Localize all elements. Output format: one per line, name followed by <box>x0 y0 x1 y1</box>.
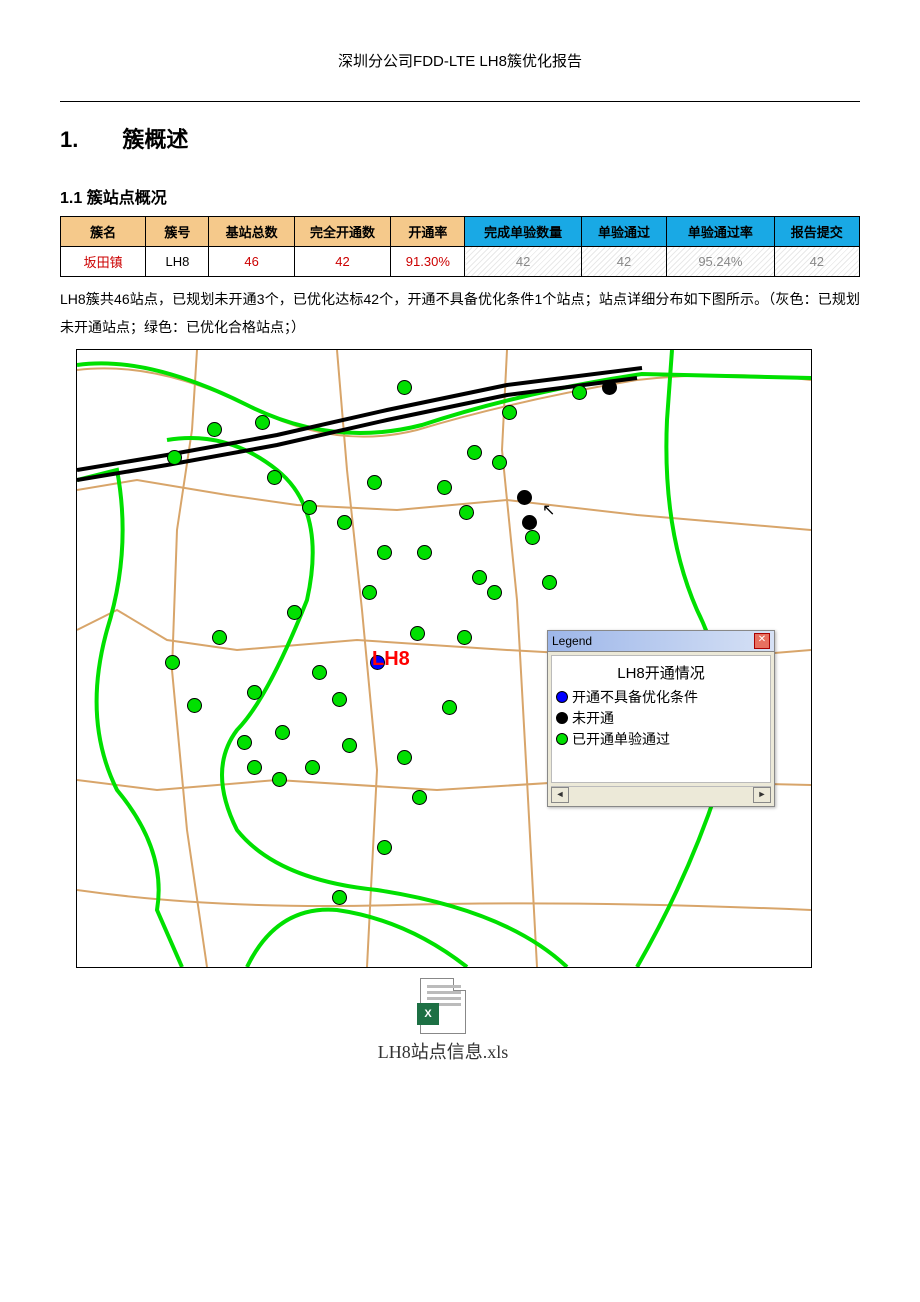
station-dot <box>167 450 182 465</box>
station-dot <box>377 545 392 560</box>
th-open-rate: 开通率 <box>391 217 465 247</box>
station-dot <box>467 445 482 460</box>
attachment-filename: LH8站点信息.xls <box>378 1038 509 1064</box>
td-report-submit: 42 <box>774 247 859 277</box>
legend-item-label: 开通不具备优化条件 <box>572 687 698 707</box>
station-dot <box>459 505 474 520</box>
station-dot <box>272 772 287 787</box>
station-dot <box>410 626 425 641</box>
station-dot <box>247 685 262 700</box>
summary-table: 簇名 簇号 基站总数 完全开通数 开通率 完成单验数量 单验通过 单验通过率 报… <box>60 216 860 277</box>
legend-title: LH8开通情况 <box>556 662 766 683</box>
td-verify-count: 42 <box>465 247 581 277</box>
site-map: LH8 ↖ Legend ✕ LH8开通情况 开通不具备优化条件 未开通 已开通… <box>76 349 812 968</box>
th-verify-pass: 单验通过 <box>581 217 666 247</box>
dot-icon <box>556 733 568 745</box>
th-verify-count: 完成单验数量 <box>465 217 581 247</box>
station-dot <box>275 725 290 740</box>
station-dot <box>362 585 377 600</box>
station-dot <box>377 840 392 855</box>
station-dot <box>332 692 347 707</box>
table-header-row: 簇名 簇号 基站总数 完全开通数 开通率 完成单验数量 单验通过 单验通过率 报… <box>61 217 860 247</box>
legend-titlebar[interactable]: Legend ✕ <box>548 631 774 652</box>
station-dot <box>472 570 487 585</box>
divider <box>60 101 860 102</box>
station-dot <box>525 530 540 545</box>
station-dot <box>437 480 452 495</box>
station-dot <box>397 750 412 765</box>
station-dot <box>397 380 412 395</box>
td-cluster-id: LH8 <box>146 247 209 277</box>
legend-item-label: 已开通单验通过 <box>572 729 670 749</box>
heading-1: 1. 簇概述 <box>60 122 860 154</box>
station-dot <box>442 700 457 715</box>
th-report-submit: 报告提交 <box>774 217 859 247</box>
legend-window-title: Legend <box>552 634 754 648</box>
station-dot <box>602 380 617 395</box>
heading-2: 1.1 簇站点概况 <box>60 184 860 208</box>
th-station-total: 基站总数 <box>209 217 294 247</box>
station-dot <box>267 470 282 485</box>
station-dot <box>302 500 317 515</box>
station-dot <box>337 515 352 530</box>
station-dot <box>367 475 382 490</box>
close-icon[interactable]: ✕ <box>754 633 770 649</box>
page-header: 深圳分公司FDD-LTE LH8簇优化报告 <box>60 50 860 71</box>
attachment[interactable]: X LH8站点信息.xls <box>76 978 810 1064</box>
station-dot <box>187 698 202 713</box>
station-dot <box>522 515 537 530</box>
station-dot <box>487 585 502 600</box>
dot-icon <box>556 712 568 724</box>
legend-scrollbar[interactable]: ◄ ► <box>551 786 771 803</box>
station-dot <box>247 760 262 775</box>
station-dot <box>332 890 347 905</box>
station-dot <box>312 665 327 680</box>
station-dot <box>305 760 320 775</box>
td-verify-pass: 42 <box>581 247 666 277</box>
scroll-right-icon[interactable]: ► <box>753 787 771 803</box>
station-dot <box>412 790 427 805</box>
document-page: 深圳分公司FDD-LTE LH8簇优化报告 1. 簇概述 1.1 簇站点概况 簇… <box>0 0 920 1302</box>
excel-icon: X <box>420 978 466 1034</box>
td-open-rate: 91.30% <box>391 247 465 277</box>
legend-item: 已开通单验通过 <box>556 729 766 749</box>
station-dot <box>492 455 507 470</box>
scroll-left-icon[interactable]: ◄ <box>551 787 569 803</box>
station-dot <box>572 385 587 400</box>
xls-file[interactable]: X LH8站点信息.xls <box>378 978 509 1064</box>
legend-body: LH8开通情况 开通不具备优化条件 未开通 已开通单验通过 <box>551 655 771 783</box>
table-row: 坂田镇 LH8 46 42 91.30% 42 42 95.24% 42 <box>61 247 860 277</box>
td-verify-rate: 95.24% <box>667 247 774 277</box>
legend-item: 未开通 <box>556 708 766 728</box>
station-dot <box>517 490 532 505</box>
cluster-label: LH8 <box>372 648 410 671</box>
station-dot <box>542 575 557 590</box>
td-station-total: 46 <box>209 247 294 277</box>
th-cluster-name: 簇名 <box>61 217 146 247</box>
th-cluster-id: 簇号 <box>146 217 209 247</box>
dot-icon <box>556 691 568 703</box>
station-dot <box>502 405 517 420</box>
station-dot <box>417 545 432 560</box>
th-verify-rate: 单验通过率 <box>667 217 774 247</box>
td-cluster-name: 坂田镇 <box>61 247 146 277</box>
legend-item: 开通不具备优化条件 <box>556 687 766 707</box>
td-fully-opened: 42 <box>294 247 390 277</box>
station-dot <box>342 738 357 753</box>
legend-item-label: 未开通 <box>572 708 614 728</box>
station-dot <box>255 415 270 430</box>
legend-window[interactable]: Legend ✕ LH8开通情况 开通不具备优化条件 未开通 已开通单验通过 ◄… <box>547 630 775 807</box>
th-fully-opened: 完全开通数 <box>294 217 390 247</box>
station-dot <box>207 422 222 437</box>
station-dot <box>165 655 180 670</box>
station-dot <box>457 630 472 645</box>
description-paragraph: LH8簇共46站点，已规划未开通3个，已优化达标42个，开通不具备优化条件1个站… <box>60 285 860 341</box>
station-dot <box>237 735 252 750</box>
station-dot <box>212 630 227 645</box>
station-dot <box>287 605 302 620</box>
